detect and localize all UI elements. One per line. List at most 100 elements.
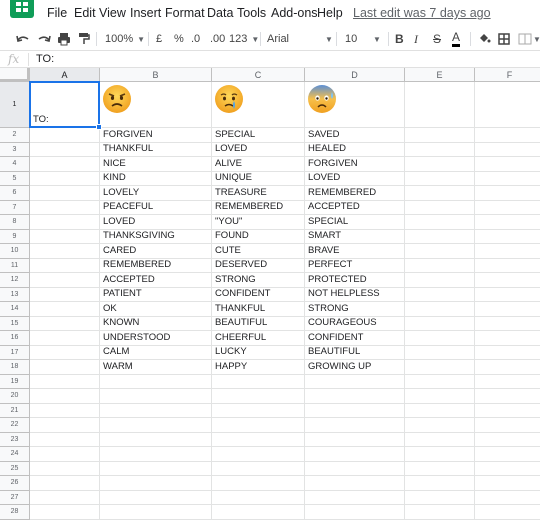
column-header-f[interactable]: F <box>475 68 540 82</box>
cell-e15[interactable] <box>405 316 475 331</box>
cell-b17[interactable]: CALM <box>100 345 212 360</box>
column-header-d[interactable]: D <box>305 68 405 82</box>
cell-c13[interactable]: CONFIDENT <box>212 287 305 302</box>
cell-b2[interactable]: FORGIVEN <box>100 128 212 143</box>
cell-f25[interactable] <box>475 462 540 476</box>
row-header-18[interactable]: 18 <box>0 360 30 375</box>
cell-a18[interactable] <box>30 360 100 375</box>
cell-a10[interactable] <box>30 244 100 259</box>
cell-e11[interactable] <box>405 258 475 273</box>
cell-b20[interactable] <box>100 389 212 404</box>
cell-e25[interactable] <box>405 461 475 476</box>
menu-help[interactable]: Help <box>317 6 343 20</box>
cell-f2[interactable] <box>475 128 540 143</box>
cell-a11[interactable] <box>30 258 100 273</box>
cell-d13[interactable]: NOT HELPLESS <box>305 287 405 302</box>
more-formats-select[interactable]: 123 ▼ <box>229 30 259 48</box>
cell-f3[interactable] <box>475 143 540 157</box>
row-header-17[interactable]: 17 <box>0 345 30 360</box>
menu-insert[interactable]: Insert <box>130 6 161 20</box>
cell-f17[interactable] <box>475 346 540 360</box>
cell-c8[interactable]: "YOU" <box>212 215 305 230</box>
menu-view[interactable]: View <box>99 6 126 20</box>
cell-c15[interactable]: BEAUTIFUL <box>212 316 305 331</box>
cell-e27[interactable] <box>405 490 475 505</box>
column-header-c[interactable]: C <box>212 68 305 82</box>
row-header-7[interactable]: 7 <box>0 200 30 215</box>
row-header-28[interactable]: 28 <box>0 505 30 520</box>
cell-d15[interactable]: COURAGEOUS <box>305 316 405 331</box>
cell-a1[interactable]: TO: <box>30 82 100 128</box>
cell-e19[interactable] <box>405 374 475 389</box>
cell-a26[interactable] <box>30 476 100 491</box>
cell-f24[interactable] <box>475 447 540 462</box>
cell-c14[interactable]: THANKFUL <box>212 302 305 317</box>
cell-f16[interactable] <box>475 331 540 346</box>
row-header-23[interactable]: 23 <box>0 432 30 447</box>
cell-a14[interactable] <box>30 302 100 317</box>
cell-e5[interactable] <box>405 171 475 186</box>
cell-e13[interactable] <box>405 287 475 302</box>
cell-a19[interactable] <box>30 374 100 389</box>
cell-e10[interactable] <box>405 244 475 259</box>
cell-e1[interactable] <box>405 82 475 128</box>
cell-d14[interactable]: STRONG <box>305 302 405 317</box>
cell-c12[interactable]: STRONG <box>212 273 305 288</box>
cell-a22[interactable] <box>30 418 100 433</box>
row-header-10[interactable]: 10 <box>0 244 30 259</box>
cell-f27[interactable] <box>475 491 540 505</box>
cell-e6[interactable] <box>405 186 475 201</box>
cell-d19[interactable] <box>305 374 405 389</box>
cell-a7[interactable] <box>30 200 100 215</box>
currency-format-button[interactable]: £ <box>156 30 162 48</box>
cell-e8[interactable] <box>405 215 475 230</box>
row-header-24[interactable]: 24 <box>0 447 30 462</box>
cell-a13[interactable] <box>30 287 100 302</box>
cell-f10[interactable] <box>475 244 540 259</box>
cell-c5[interactable]: UNIQUE <box>212 171 305 186</box>
row-header-20[interactable]: 20 <box>0 389 30 404</box>
cell-c2[interactable]: SPECIAL <box>212 128 305 143</box>
cell-a5[interactable] <box>30 171 100 186</box>
row-header-8[interactable]: 8 <box>0 215 30 230</box>
row-header-14[interactable]: 14 <box>0 302 30 317</box>
cell-f4[interactable] <box>475 157 540 172</box>
row-header-22[interactable]: 22 <box>0 418 30 433</box>
cell-e23[interactable] <box>405 432 475 447</box>
cell-d23[interactable] <box>305 432 405 447</box>
row-header-26[interactable]: 26 <box>0 476 30 491</box>
cell-c20[interactable] <box>212 389 305 404</box>
cell-b15[interactable]: KNOWN <box>100 316 212 331</box>
cell-f7[interactable] <box>475 201 540 215</box>
cell-c4[interactable]: ALIVE <box>212 157 305 172</box>
last-edit-link[interactable]: Last edit was 7 days ago <box>353 6 491 20</box>
menu-data[interactable]: Data <box>207 6 233 20</box>
menu-format[interactable]: Format <box>165 6 205 20</box>
row-header-4[interactable]: 4 <box>0 157 30 172</box>
cell-e26[interactable] <box>405 476 475 491</box>
cell-a4[interactable] <box>30 157 100 172</box>
cell-d2[interactable]: SAVED <box>305 128 405 143</box>
fill-handle[interactable] <box>96 124 102 130</box>
cell-c21[interactable] <box>212 403 305 418</box>
cell-a28[interactable] <box>30 505 100 520</box>
cell-b22[interactable] <box>100 418 212 433</box>
cell-c1[interactable] <box>212 82 305 128</box>
cell-a27[interactable] <box>30 490 100 505</box>
cell-c6[interactable]: TREASURE <box>212 186 305 201</box>
cell-f1[interactable] <box>475 82 540 128</box>
font-select[interactable]: Arial ▼ <box>267 30 333 48</box>
cell-b21[interactable] <box>100 403 212 418</box>
cell-d3[interactable]: HEALED <box>305 142 405 157</box>
cell-d12[interactable]: PROTECTED <box>305 273 405 288</box>
row-header-21[interactable]: 21 <box>0 403 30 418</box>
bold-button[interactable]: B <box>395 30 404 48</box>
cell-b9[interactable]: THANKSGIVING <box>100 229 212 244</box>
print-icon[interactable] <box>57 30 71 48</box>
cell-a3[interactable] <box>30 142 100 157</box>
cell-d18[interactable]: GROWING UP <box>305 360 405 375</box>
cell-b4[interactable]: NICE <box>100 157 212 172</box>
undo-icon[interactable] <box>16 30 30 48</box>
cell-b19[interactable] <box>100 374 212 389</box>
cell-b7[interactable]: PEACEFUL <box>100 200 212 215</box>
